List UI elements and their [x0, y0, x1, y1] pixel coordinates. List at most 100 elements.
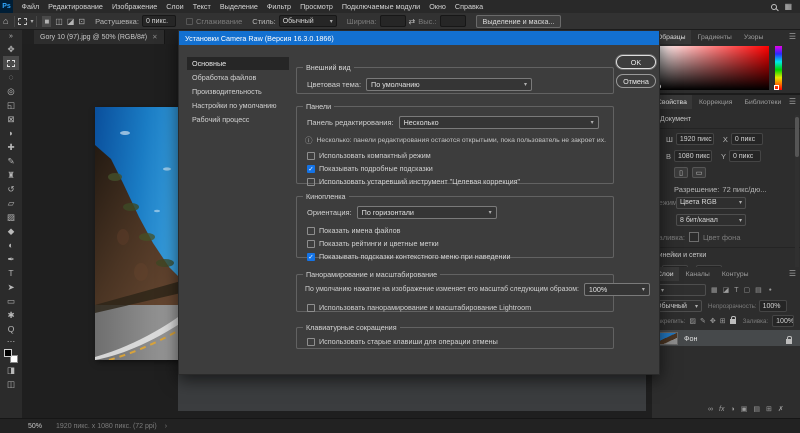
color-saturation-field[interactable] — [657, 46, 769, 90]
layer-thumbnail[interactable] — [658, 331, 678, 345]
filenames-checkbox[interactable] — [307, 226, 315, 235]
hue-handle[interactable] — [774, 85, 779, 90]
tab-channels[interactable]: Каналы — [681, 267, 715, 281]
lightroom-panzoom-row[interactable]: Использовать панорамирование и масштабир… — [307, 303, 531, 312]
zoom-behavior-select[interactable]: 100% ▾ — [583, 283, 650, 296]
doc-width-input[interactable]: 1920 пикс — [675, 133, 714, 145]
filter-toggle-icon[interactable]: ● — [769, 287, 772, 293]
tab-gradients[interactable]: Градиенты — [693, 30, 737, 44]
layer-fill-input[interactable]: 100% — [772, 315, 795, 327]
sidebar-item-defaults[interactable]: Настройки по умолчанию — [187, 99, 289, 112]
tab-adjustments[interactable]: Коррекция — [694, 95, 737, 109]
menu-window[interactable]: Окно — [425, 0, 451, 13]
document-tab[interactable]: Gory 10 (97).jpg @ 50% (RGB/8#) ✕ — [34, 30, 165, 44]
lightroom-panzoom-checkbox[interactable] — [307, 303, 315, 312]
doc-x-input[interactable]: 0 пикс — [730, 133, 763, 145]
compact-mode-checkbox[interactable] — [307, 151, 315, 160]
menu-filter[interactable]: Фильтр — [262, 0, 295, 13]
height-input[interactable] — [439, 15, 466, 27]
canvas-fill-swatch[interactable] — [688, 232, 699, 242]
feather-input[interactable]: 0 пикс. — [141, 15, 176, 27]
context-menu-row[interactable]: ✓ Показывать подсказки контекстного меню… — [307, 252, 511, 261]
path-selection-tool[interactable]: ➤ — [3, 280, 19, 294]
rect-marquee-tool[interactable] — [3, 56, 19, 70]
ratings-row[interactable]: Показать рейтинги и цветные метки — [307, 239, 439, 248]
color-theme-select[interactable]: По умолчанию ▾ — [366, 78, 533, 91]
filter-type-layers-icon[interactable]: T — [734, 287, 738, 294]
adjustment-layer-icon[interactable]: ◑ — [730, 406, 734, 413]
gradient-tool[interactable]: ▨ — [3, 210, 19, 224]
menu-help[interactable]: Справка — [450, 0, 487, 13]
legacy-tat-checkbox[interactable] — [307, 177, 315, 186]
shape-tool[interactable]: ▭ — [3, 294, 19, 308]
legacy-undo-checkbox[interactable] — [307, 337, 315, 346]
dodge-tool[interactable]: ◐ — [3, 238, 19, 252]
lasso-tool[interactable]: ◌ — [3, 70, 19, 84]
lock-position-icon[interactable]: ✥ — [710, 317, 716, 325]
tab-paths[interactable]: Контуры — [717, 267, 754, 281]
hue-slider[interactable] — [775, 46, 782, 90]
layer-filter-select[interactable]: ▾ — [654, 284, 706, 296]
bit-depth-select[interactable]: 8 бит/канал ▾ — [676, 214, 746, 226]
lock-artboard-icon[interactable]: ⊞ — [720, 317, 726, 325]
menu-type[interactable]: Текст — [188, 0, 215, 13]
filter-smart-object-icon[interactable]: ▤ — [755, 286, 762, 294]
delete-layer-icon[interactable]: ✗ — [778, 405, 784, 413]
filter-shape-layers-icon[interactable]: ▢ — [744, 286, 751, 294]
link-layers-icon[interactable]: ∞ — [708, 406, 713, 413]
move-tool[interactable]: ✥ — [3, 42, 19, 56]
photo-canvas[interactable] — [95, 107, 182, 361]
tooltips-checkbox[interactable]: ✓ — [307, 164, 315, 173]
selection-subtract-icon[interactable]: ◪ — [67, 17, 75, 26]
doc-y-input[interactable]: 0 пикс — [729, 150, 762, 162]
object-selection-tool[interactable]: ◎ — [3, 84, 19, 98]
frame-tool[interactable]: ⊠ — [3, 112, 19, 126]
foreground-color-chip[interactable] — [4, 349, 12, 357]
filter-pixel-layers-icon[interactable]: ▦ — [711, 286, 718, 294]
lock-transparent-icon[interactable]: ▨ — [689, 317, 696, 325]
panel-menu-icon[interactable]: ☰ — [789, 97, 796, 106]
panel-menu-icon[interactable]: ☰ — [789, 269, 796, 278]
layer-row-background[interactable]: Фон — [652, 330, 800, 346]
selection-new-icon[interactable]: ■ — [42, 15, 52, 27]
selection-add-icon[interactable]: ◫ — [55, 17, 63, 26]
portrait-orientation-button[interactable]: ▯ — [674, 167, 688, 178]
new-group-icon[interactable]: ▤ — [753, 405, 760, 413]
swap-dimensions-icon[interactable]: ⇄ — [409, 17, 416, 26]
ratings-checkbox[interactable] — [307, 239, 315, 248]
layer-fx-icon[interactable]: fx — [719, 406, 724, 413]
scrollbar-thumb[interactable] — [795, 117, 799, 157]
dialog-title-bar[interactable]: Установки Camera Raw (Версия 16.3.0.1866… — [179, 31, 659, 45]
clone-stamp-tool[interactable]: ♜ — [3, 168, 19, 182]
zoom-tool[interactable]: Q — [3, 322, 19, 336]
chevron-down-icon[interactable]: ▾ — [30, 18, 33, 25]
screen-mode-icon[interactable]: ◫ — [3, 377, 19, 391]
filenames-row[interactable]: Показать имена файлов — [307, 226, 400, 235]
pen-tool[interactable]: ✒ — [3, 252, 19, 266]
sidebar-item-workflow[interactable]: Рабочий процесс — [187, 113, 289, 126]
marquee-tool-icon[interactable] — [18, 17, 28, 25]
lock-pixels-icon[interactable]: ✎ — [700, 317, 706, 325]
eraser-tool[interactable]: ▱ — [3, 196, 19, 210]
lock-all-icon[interactable] — [729, 315, 736, 324]
menu-image[interactable]: Изображение — [107, 0, 161, 13]
workspace-icon[interactable]: ▦ — [784, 2, 792, 11]
landscape-orientation-button[interactable]: ▭ — [692, 167, 706, 178]
legacy-tat-row[interactable]: Использовать устаревший инструмент "Целе… — [307, 177, 520, 186]
home-icon[interactable]: ⌂ — [3, 16, 8, 26]
legacy-undo-row[interactable]: Использовать старые клавиши для операции… — [307, 337, 498, 346]
ok-button[interactable]: OK — [616, 55, 656, 69]
menu-select[interactable]: Выделение — [215, 0, 262, 13]
cancel-button[interactable]: Отмена — [616, 74, 656, 88]
layer-mask-icon[interactable]: ▣ — [741, 405, 748, 413]
eyedropper-tool[interactable]: ◗ — [3, 126, 19, 140]
brush-tool[interactable]: ✎ — [3, 154, 19, 168]
menu-edit[interactable]: Редактирование — [44, 0, 108, 13]
status-arrow-icon[interactable]: › — [165, 423, 167, 430]
quick-mask-icon[interactable]: ◨ — [3, 363, 19, 377]
panel-menu-icon[interactable]: ☰ — [789, 32, 796, 41]
close-icon[interactable]: ✕ — [152, 33, 157, 41]
filter-adjustment-layers-icon[interactable]: ◪ — [723, 286, 730, 294]
type-tool[interactable]: T — [3, 266, 19, 280]
orientation-select[interactable]: По горизонтали ▾ — [356, 206, 497, 219]
